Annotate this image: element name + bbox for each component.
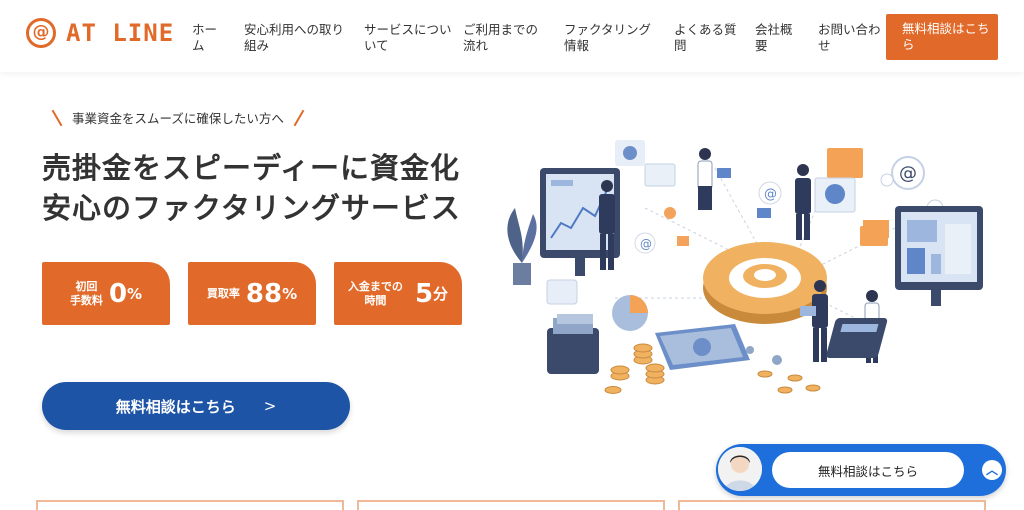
nav-item-company[interactable]: 会社概要 <box>755 22 793 54</box>
chat-widget[interactable]: 無料相談はこちら ︿ <box>716 444 1006 496</box>
svg-text:@: @ <box>899 163 917 184</box>
hero-tagline: 事業資金をスムーズに確保したい方へ <box>51 108 305 127</box>
chat-consult-button[interactable]: 無料相談はこちら <box>772 452 964 488</box>
nav-item-home[interactable]: ホーム <box>192 22 217 54</box>
stat-purchase-rate: 買取率 88% <box>188 262 316 325</box>
logo-text: AT LINE <box>66 19 175 47</box>
feature-card <box>357 500 665 510</box>
stat-first-fee: 初回 手数料 0% <box>42 262 170 325</box>
svg-text:@: @ <box>764 187 777 202</box>
nav-item-factoring-info[interactable]: ファクタリング 情報 <box>564 22 651 54</box>
wallet-icon <box>547 314 599 374</box>
person-tablet-icon <box>697 148 731 210</box>
right-monitor-icon <box>895 206 983 306</box>
site-header: @ AT LINE ホーム 安心利用への取り 組み サービスについ いて ご利用まで… <box>0 0 1024 72</box>
plant-icon <box>507 208 537 285</box>
header-consult-button[interactable]: 無料相談はこちら <box>886 14 998 60</box>
nav-item-contact[interactable]: お問い合わせ <box>818 22 881 54</box>
at-sign-icon: @ <box>26 18 56 48</box>
site-logo[interactable]: @ AT LINE <box>26 18 174 48</box>
nav-item-safety[interactable]: 安心利用への取り 組み <box>244 22 344 54</box>
feature-card <box>36 500 344 510</box>
hero-headline: 売掛金をスピーディーに資金化 安心のファクタリングサービス <box>42 151 461 225</box>
nav-item-faq[interactable]: よくある質問 <box>674 22 737 54</box>
chevron-right-icon: > <box>263 397 277 415</box>
person-standing-icon <box>795 164 811 240</box>
operator-avatar <box>718 447 762 491</box>
tagline-slash-right <box>293 109 305 126</box>
stat-payment-time: 入金までの 時間 5分 <box>334 262 462 325</box>
nav-item-service[interactable]: サービスについ いて <box>364 22 452 54</box>
nav-item-flow[interactable]: ご利用までの 流れ <box>463 22 538 54</box>
feature-card <box>678 500 986 510</box>
banknote-icon <box>655 324 750 370</box>
chevron-up-icon[interactable]: ︿ <box>982 460 1002 480</box>
svg-text:@: @ <box>640 237 652 251</box>
hero-consult-button[interactable]: 無料相談はこちら > <box>42 382 350 430</box>
hero-illustration: @ @ @ <box>507 140 983 394</box>
tagline-slash-left <box>51 109 63 126</box>
